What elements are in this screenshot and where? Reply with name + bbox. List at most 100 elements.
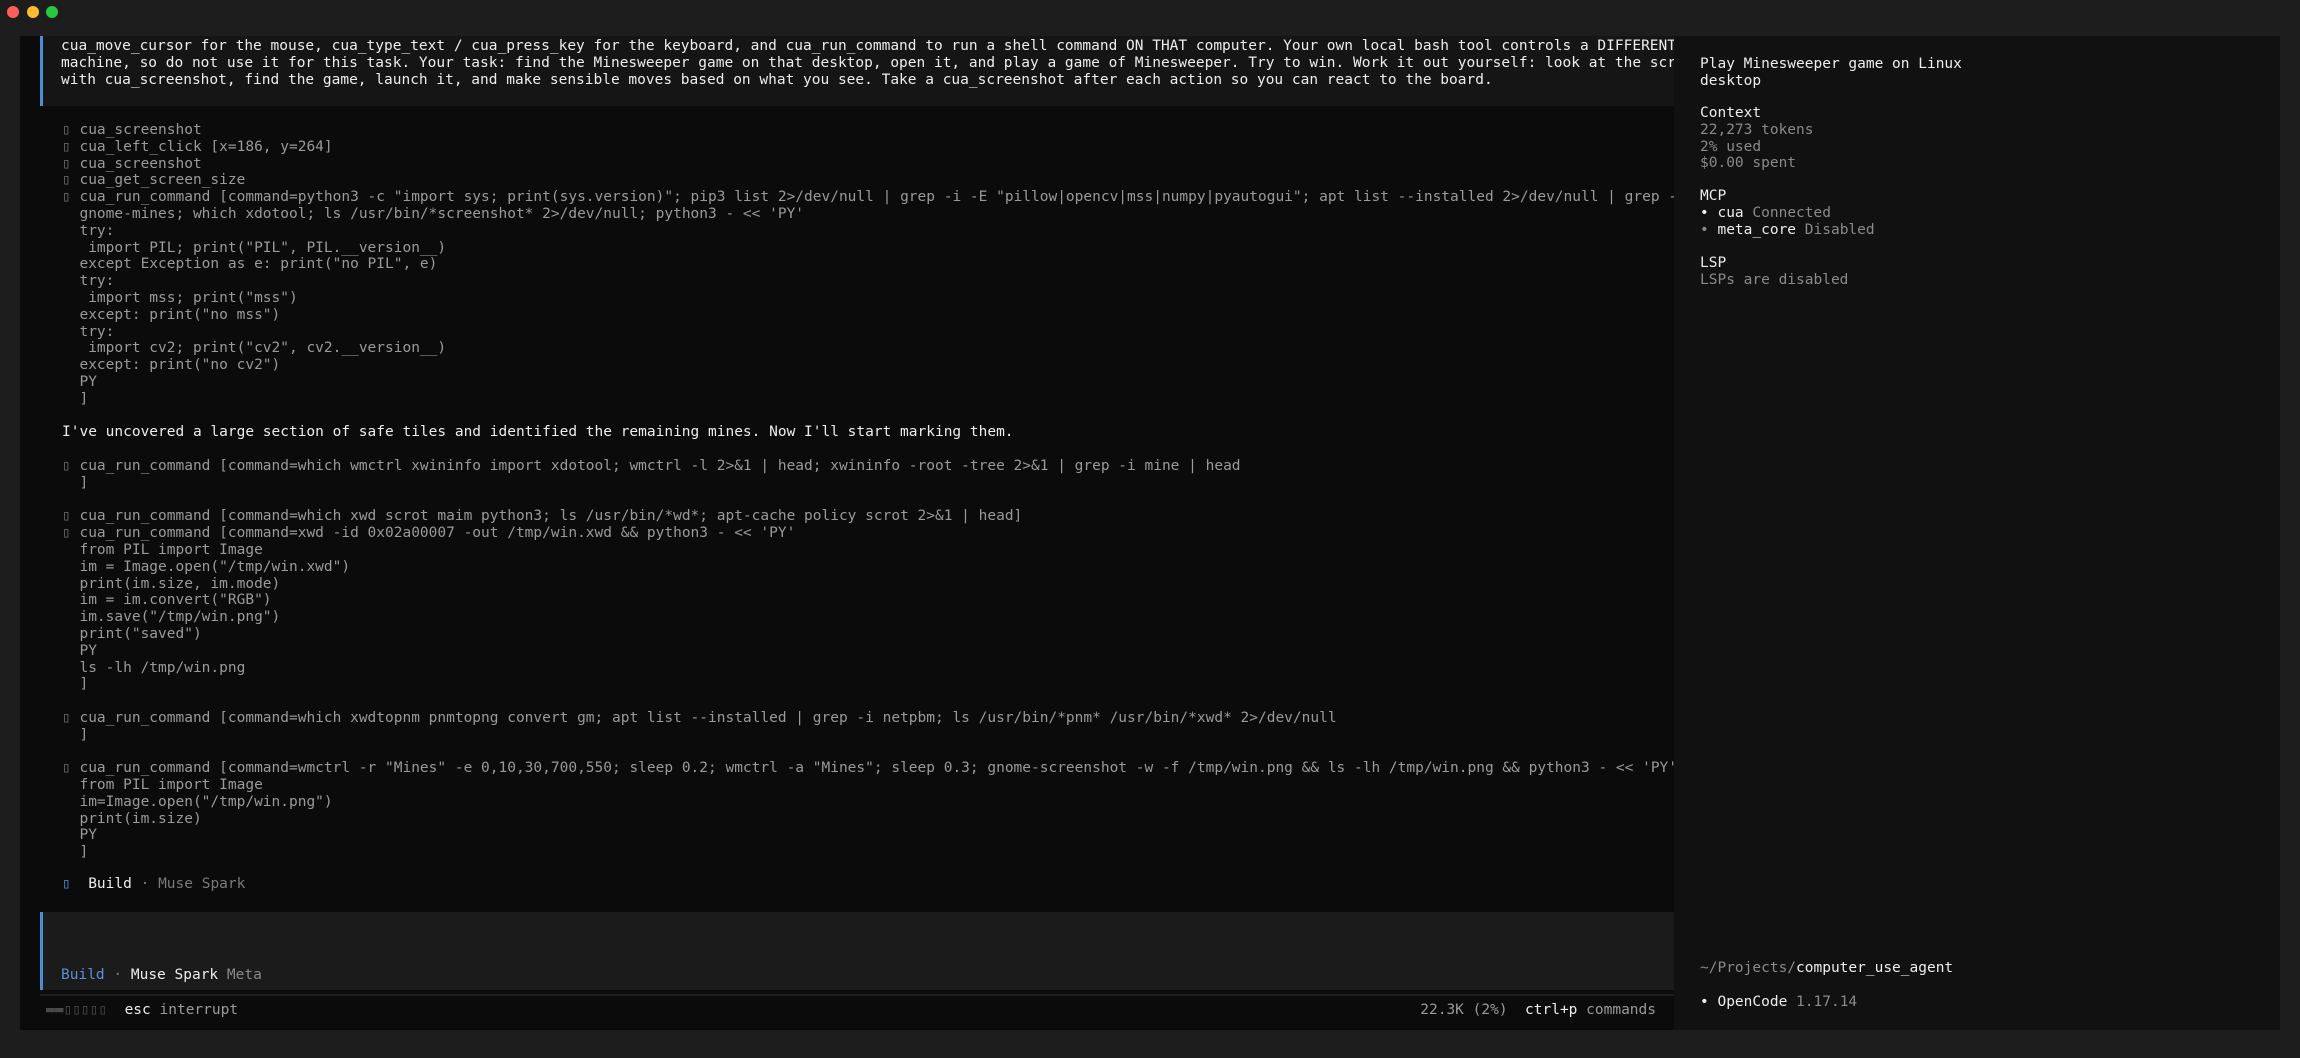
close-window-button[interactable] <box>7 6 19 18</box>
mcp-status: Disabled <box>1804 221 1875 238</box>
context-spent: $0.00 spent <box>1700 155 1797 172</box>
mode-label[interactable]: Build <box>61 967 105 983</box>
tool-call-text: print(im.size, im.mode) <box>79 575 281 592</box>
tool-call-text: cua_run_command [command=python3 -c "imp… <box>79 189 1674 206</box>
path-prefix: ~/Projects/ <box>1700 960 1797 976</box>
tool-call-text: import mss; print("mss") <box>79 289 298 306</box>
lsp-status: LSPs are disabled <box>1700 271 1849 288</box>
tool-call-text: ] <box>79 726 89 743</box>
tool-call-text: import PIL; print("PIL", PIL.__version__… <box>79 239 447 256</box>
tool-call-text: cua_screenshot <box>79 155 202 172</box>
tool-call-line: ▯ cua_run_command [command=xwd -id 0x02a… <box>62 525 1662 542</box>
session-title-line: desktop <box>1700 72 1762 89</box>
tool-icon: ▯ <box>62 457 71 474</box>
minimize-window-button[interactable] <box>27 6 39 18</box>
tool-call-line: ▯ cua_get_screen_size <box>62 172 1662 189</box>
tool-call-text: cua_run_command [command=wmctrl -r "Mine… <box>79 760 1674 777</box>
tool-call-log: ▯ cua_screenshot ▯ cua_left_click [x=186,… <box>62 122 1674 861</box>
maximize-window-button[interactable] <box>46 6 58 18</box>
commands-label[interactable]: commands <box>1586 1002 1656 1018</box>
tool-call-text: PY <box>79 373 97 390</box>
tool-icon: ▯ <box>62 525 71 542</box>
tool-call-text: im = im.convert("RGB") <box>79 592 272 609</box>
tool-call-text: try: <box>79 273 115 290</box>
tool-icon: ▯ <box>62 508 71 525</box>
status-dot-icon: • <box>1700 221 1709 238</box>
tool-call-text: import cv2; print("cv2", cv2.__version__… <box>79 340 447 357</box>
tool-call-line: ▯ cua_run_command [command=python3 -c "i… <box>62 189 1674 206</box>
agent-model: Muse Spark <box>158 876 246 892</box>
tool-call-text: PY <box>79 642 97 659</box>
tool-call-text: ls -lh /tmp/win.png <box>79 659 246 676</box>
tool-call-continuation: print(im.size) <box>62 811 1662 828</box>
tool-call-continuation: ] <box>62 844 1662 861</box>
prompt-line: with cua_screenshot, find the game, laun… <box>61 71 1493 88</box>
tool-icon: ▯ <box>62 709 71 726</box>
tool-call-line: ▯ cua_run_command [command=which xwd scr… <box>62 508 1662 525</box>
log-spacer <box>62 693 1662 710</box>
user-prompt-block: cua_move_cursor for the mouse, cua_type_… <box>40 36 1674 106</box>
tool-call-continuation: import cv2; print("cv2", cv2.__version__… <box>62 340 1662 357</box>
tool-call-continuation: im=Image.open("/tmp/win.png") <box>62 794 1662 811</box>
tool-call-text: ] <box>79 474 89 491</box>
tool-call-text: cua_left_click [x=186, y=264] <box>79 138 333 155</box>
tool-call-continuation: ] <box>62 391 1662 408</box>
tool-icon: ▯ <box>62 172 71 189</box>
mcp-section: MCP • cua Connected • meta_core Disabled <box>1700 188 2260 238</box>
tool-call-continuation: print("saved") <box>62 626 1662 643</box>
tool-call-continuation: ] <box>62 676 1662 693</box>
context-used: 2% used <box>1700 138 1762 155</box>
app-version: • OpenCode 1.17.14 <box>1700 994 2260 1011</box>
tool-call-continuation: print(im.size, im.mode) <box>62 576 1662 593</box>
tool-call-continuation: import PIL; print("PIL", PIL.__version__… <box>62 240 1662 257</box>
tool-call-continuation: import mss; print("mss") <box>62 290 1662 307</box>
assistant-message: I've uncovered a large section of safe t… <box>62 424 1014 441</box>
separator: · <box>113 967 123 983</box>
version-dot-icon: • <box>1700 994 1709 1010</box>
tool-call-continuation: PY <box>62 827 1662 844</box>
log-spacer <box>62 492 1662 509</box>
tool-call-text: gnome-mines; which xdotool; ls /usr/bin/… <box>79 205 805 222</box>
tool-call-text: ] <box>79 676 89 693</box>
tool-call-text: cua_run_command [command=which xwd scrot… <box>79 508 1023 525</box>
user-prompt-text: cua_move_cursor for the mouse, cua_type_… <box>61 38 1674 88</box>
agent-status-line: ▯ Build · Muse Spark <box>62 876 245 893</box>
session-title: Play Minesweeper game on Linux desktop <box>1700 56 2260 90</box>
log-spacer <box>62 408 1662 425</box>
tool-call-continuation: gnome-mines; which xdotool; ls /usr/bin/… <box>62 206 1662 223</box>
tool-call-line: ▯ cua_run_command [command=which wmctrl … <box>62 458 1662 475</box>
token-usage: 22.3K (2%) <box>1420 1002 1508 1018</box>
tool-call-continuation: PY <box>62 374 1662 391</box>
tool-call-text: im.save("/tmp/win.png") <box>79 609 281 626</box>
tool-call-text: try: <box>79 222 115 239</box>
mcp-item-cua[interactable]: • cua Connected <box>1700 205 2260 222</box>
tool-call-continuation: im = Image.open("/tmp/win.xwd") <box>62 559 1662 576</box>
tool-call-continuation: ls -lh /tmp/win.png <box>62 660 1662 677</box>
tool-call-text: im=Image.open("/tmp/win.png") <box>79 793 333 810</box>
model-label[interactable]: Muse Spark <box>131 967 218 983</box>
context-tokens: 22,273 tokens <box>1700 121 1814 138</box>
divider <box>40 994 1674 996</box>
prompt-input[interactable]: Build · Muse Spark Meta <box>40 912 1674 990</box>
app-name: OpenCode <box>1717 994 1788 1010</box>
tool-icon: ▯ <box>62 122 71 138</box>
tool-call-continuation: ] <box>62 727 1662 744</box>
lsp-section: LSP LSPs are disabled <box>1700 255 2260 289</box>
esc-label: interrupt <box>159 1002 239 1018</box>
footer-right: 22.3K (2%) ctrl+p commands <box>1420 1002 1656 1019</box>
path-dir: computer_use_agent <box>1796 960 1954 976</box>
tool-call-continuation: ] <box>62 475 1662 492</box>
input-mode-line: Build · Muse Spark Meta <box>61 967 262 984</box>
session-title-line: Play Minesweeper game on Linux <box>1700 56 1962 72</box>
context-section: Context 22,273 tokens 2% used $0.00 spen… <box>1700 105 2260 172</box>
mcp-item-meta-core[interactable]: • meta_core Disabled <box>1700 222 2260 239</box>
tool-call-text: cua_run_command [command=xwd -id 0x02a00… <box>79 525 796 542</box>
commands-key[interactable]: ctrl+p <box>1525 1002 1577 1018</box>
tool-icon: ▯ <box>62 189 71 206</box>
mcp-status: Connected <box>1752 204 1831 221</box>
tool-call-continuation: try: <box>62 324 1662 341</box>
progress-spinner-icon: ▬▬▯▯▯▯▯ <box>46 1002 108 1018</box>
tool-call-text: print("saved") <box>79 625 202 642</box>
tool-call-continuation: except: print("no mss") <box>62 307 1662 324</box>
tool-call-text: except Exception as e: print("no PIL", e… <box>79 256 438 273</box>
